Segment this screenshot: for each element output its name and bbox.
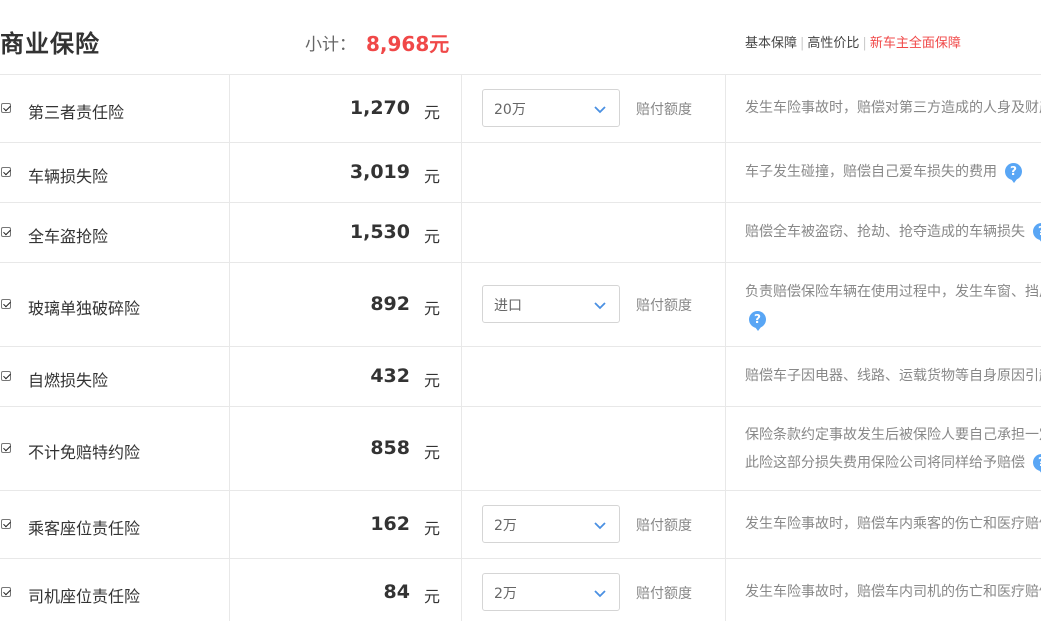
insurance-list: 第三者责任险 1,270 元 20万 赔付额度 发生车险事故时，赔偿对第三方造成… (0, 75, 1041, 621)
insurance-name: 不计免赔特约险 (28, 443, 141, 462)
insurance-desc: 车子发生碰撞，赔偿自己爱车损失的费用? (745, 158, 1041, 186)
chevron-down-icon (594, 106, 606, 114)
coverage-select[interactable]: 2万 (482, 573, 620, 611)
insurance-row: 不计免赔特约险 858 元 保险条款约定事故发生后被保险人要自己承担一定 此险这部… (0, 407, 1041, 491)
insurance-price: 3,019 (349, 161, 410, 183)
coverage-select-value: 2万 (494, 586, 517, 602)
coverage-select-value: 20万 (494, 102, 526, 118)
price-unit: 元 (424, 443, 441, 462)
help-icon[interactable]: ? (1033, 453, 1041, 474)
subtotal-value: 8,968元 (366, 32, 450, 56)
help-icon[interactable]: ? (1033, 222, 1041, 243)
price-unit: 元 (424, 519, 441, 538)
insurance-name: 玻璃单独破碎险 (28, 299, 141, 318)
coverage-select[interactable]: 20万 (482, 89, 620, 127)
chevron-down-icon (594, 590, 606, 598)
insurance-name: 司机座位责任险 (28, 587, 141, 606)
price-unit: 元 (424, 103, 441, 122)
claim-limit-label: 赔付额度 (636, 518, 692, 534)
chevron-down-icon (594, 522, 606, 530)
coverage-select[interactable]: 2万 (482, 505, 620, 543)
insurance-desc: 保险条款约定事故发生后被保险人要自己承担一定 此险这部分损失费用保险公司将同样给予… (745, 421, 1041, 477)
insurance-row: 车辆损失险 3,019 元 车子发生碰撞，赔偿自己爱车损失的费用? (0, 143, 1041, 203)
insurance-desc: 发生车险事故时，赔偿车内司机的伤亡和医疗赔偿 (745, 584, 1041, 600)
insurance-desc: 赔偿全车被盗窃、抢劫、抢夺造成的车辆损失? (745, 218, 1041, 246)
page-title: 商业保险 (0, 30, 100, 58)
claim-limit-label: 赔付额度 (636, 586, 692, 602)
insurance-desc: 发生车险事故时，赔偿对第三方造成的人身及财产 (745, 100, 1041, 116)
insurance-price: 1,530 (349, 221, 410, 243)
insurance-name: 全车盗抢险 (28, 227, 109, 246)
insurance-desc: 负责赔偿保险车辆在使用过程中，发生车窗、挡风? (745, 284, 1041, 331)
insurance-price: 892 (370, 293, 410, 315)
insurance-row: 自燃损失险 432 元 赔偿车子因电器、线路、运载货物等自身原因引起 (0, 347, 1041, 407)
plan-links: 基本保障 | 高性价比 | 新车主全面保障 (745, 36, 961, 51)
insurance-row: 司机座位责任险 84 元 2万 赔付额度 发生车险事故时，赔偿车内司机的伤亡和医… (0, 559, 1041, 621)
claim-limit-label: 赔付额度 (636, 298, 692, 314)
plan-link-value[interactable]: 高性价比 (807, 36, 859, 51)
price-unit: 元 (424, 167, 441, 186)
chevron-down-icon (594, 302, 606, 310)
plan-link-new-owner[interactable]: 新车主全面保障 (870, 36, 961, 51)
insurance-price: 84 (383, 581, 410, 603)
insurance-name: 自燃损失险 (28, 371, 109, 390)
insurance-desc: 发生车险事故时，赔偿车内乘客的伤亡和医疗赔偿 (745, 516, 1041, 532)
price-unit: 元 (424, 587, 441, 606)
row-checkbox[interactable] (1, 371, 11, 381)
plan-link-basic[interactable]: 基本保障 (745, 36, 797, 51)
insurance-row: 第三者责任险 1,270 元 20万 赔付额度 发生车险事故时，赔偿对第三方造成… (0, 75, 1041, 143)
row-checkbox[interactable] (1, 587, 11, 597)
insurance-row: 全车盗抢险 1,530 元 赔偿全车被盗窃、抢劫、抢夺造成的车辆损失? (0, 203, 1041, 263)
price-unit: 元 (424, 227, 441, 246)
insurance-row: 玻璃单独破碎险 892 元 进口 赔付额度 负责赔偿保险车辆在使用过程中，发生车… (0, 263, 1041, 347)
insurance-row: 乘客座位责任险 162 元 2万 赔付额度 发生车险事故时，赔偿车内乘客的伤亡和… (0, 491, 1041, 559)
insurance-price: 1,270 (349, 97, 410, 119)
insurance-price: 858 (370, 437, 410, 459)
glass-type-value: 进口 (494, 298, 522, 314)
page-header: 商业保险 小计： 8,968元 基本保障 | 高性价比 | 新车主全面保障 (0, 0, 1041, 75)
row-checkbox[interactable] (1, 519, 11, 529)
price-unit: 元 (424, 299, 441, 318)
help-icon[interactable]: ? (749, 310, 766, 331)
subtotal-label: 小计： (305, 35, 356, 55)
insurance-name: 第三者责任险 (28, 103, 125, 122)
row-checkbox[interactable] (1, 299, 11, 309)
insurance-name: 车辆损失险 (28, 167, 109, 186)
row-checkbox[interactable] (1, 227, 11, 237)
insurance-price: 432 (370, 365, 410, 387)
claim-limit-label: 赔付额度 (636, 102, 692, 118)
help-icon[interactable]: ? (1005, 162, 1022, 183)
row-checkbox[interactable] (1, 103, 11, 113)
coverage-select-value: 2万 (494, 518, 517, 534)
glass-type-select[interactable]: 进口 (482, 285, 620, 323)
insurance-name: 乘客座位责任险 (28, 519, 141, 538)
price-unit: 元 (424, 371, 441, 390)
row-checkbox[interactable] (1, 167, 11, 177)
row-checkbox[interactable] (1, 443, 11, 453)
insurance-price: 162 (370, 513, 410, 535)
insurance-desc: 赔偿车子因电器、线路、运载货物等自身原因引起 (745, 368, 1041, 384)
